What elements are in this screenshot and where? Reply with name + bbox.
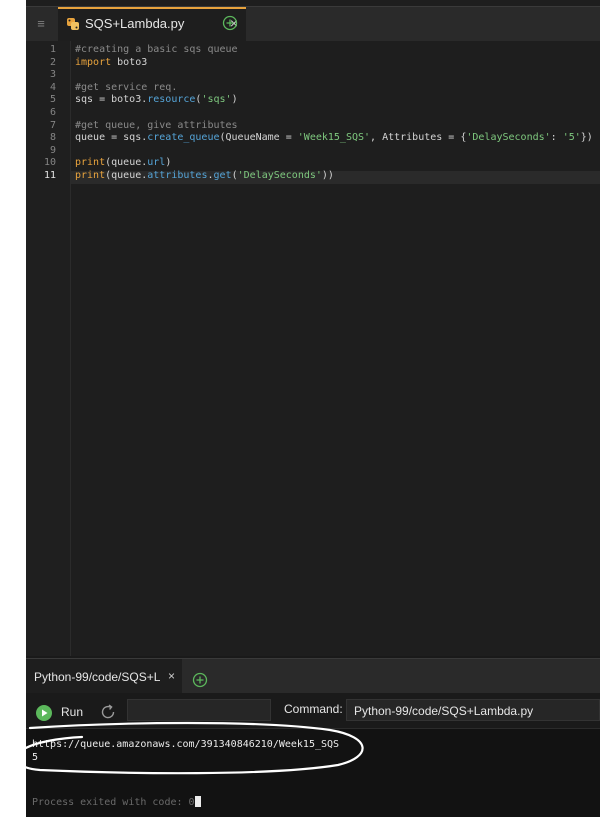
code-token: #creating a basic sqs queue [75, 44, 238, 55]
ide-window: ≡ SQS+Lambda.py × 1 2 3 4 5 6 7 8 9 10 11 #creatin… [26, 0, 600, 817]
code-token: import [75, 56, 112, 68]
code-token: 'DelaySeconds' [237, 170, 322, 181]
code-line: #get service req. [75, 82, 177, 93]
add-panel-tab-icon[interactable] [192, 672, 208, 688]
play-icon [36, 705, 52, 721]
code-token: 'sqs' [201, 94, 232, 106]
line-number: 2 [49, 56, 56, 68]
code-token: , Attributes = { [370, 132, 467, 144]
code-token: #get queue, give attributes [75, 119, 238, 131]
run-panel: Python-99/code/SQS+Lambda.py × Run Co [26, 656, 600, 817]
line-number: 9 [49, 144, 56, 156]
restart-icon[interactable] [98, 702, 118, 722]
line-number: 11 [43, 170, 56, 181]
code-line: queue = sqs.create_queue(QueueName = 'We… [75, 132, 593, 143]
line-number: 4 [49, 81, 56, 93]
code-token: ) [231, 94, 238, 106]
code-line: #get queue, give attributes [75, 120, 238, 131]
line-number-gutter: 1 2 3 4 5 6 7 8 9 10 11 [26, 41, 71, 656]
run-toolbar: Run Command: Python-99/code/SQS+Lambda.p… [26, 698, 600, 728]
code-token: attributes [147, 170, 208, 181]
line-number: 5 [49, 94, 56, 106]
code-token: ) [165, 157, 172, 169]
code-token: queue = sqs. [75, 132, 148, 144]
code-token: }) [580, 132, 593, 144]
code-token: )) [321, 170, 334, 181]
code-token: '5' [562, 132, 581, 144]
line-number: 10 [43, 157, 56, 169]
code-token: #get service req. [75, 81, 178, 93]
code-line: import boto3 [75, 57, 147, 68]
code-token: 'Week15_SQS' [297, 132, 371, 144]
run-button[interactable]: Run [34, 703, 96, 723]
run-button-label: Run [61, 705, 84, 719]
code-token: (queue. [105, 157, 148, 169]
code-token: url [147, 157, 166, 169]
code-line: print(queue.attributes.get('DelaySeconds… [75, 170, 334, 181]
code-token: : [550, 132, 563, 144]
code-token: resource [147, 94, 196, 106]
output-console[interactable]: https://queue.amazonaws.com/391340846210… [26, 728, 600, 817]
editor-tab-bar: ≡ SQS+Lambda.py × [26, 6, 600, 41]
tab-run-config[interactable]: Python-99/code/SQS+Lambda.py × [26, 659, 182, 693]
code-token: sqs = boto3. [75, 94, 148, 106]
line-number: 3 [49, 69, 56, 81]
line-number: 1 [49, 44, 56, 55]
code-line: sqs = boto3.resource('sqs') [75, 94, 238, 105]
output-line-url: https://queue.amazonaws.com/391340846210… [32, 739, 340, 750]
code-token: print [75, 170, 106, 181]
line-number: 8 [49, 132, 56, 144]
console-cursor [194, 796, 201, 807]
code-token: get [213, 170, 232, 181]
code-token: (queue. [105, 170, 148, 181]
code-token: boto3 [111, 56, 148, 68]
line-number: 6 [49, 107, 56, 118]
code-token: 'DelaySeconds' [466, 132, 551, 144]
exit-message: Process exited with code: 0 [32, 796, 201, 808]
code-line: #creating a basic sqs queue [75, 44, 238, 55]
add-tab-icon[interactable] [222, 15, 238, 31]
code-token: create_queue [147, 132, 220, 144]
run-tab-close-icon[interactable]: × [168, 669, 175, 683]
panel-tab-bar: Python-99/code/SQS+Lambda.py × [26, 658, 600, 693]
tab-filename: SQS+Lambda.py [85, 16, 185, 31]
code-token: (QueueName = [219, 132, 298, 144]
command-label: Command: [284, 702, 343, 716]
run-tab-label: Python-99/code/SQS+Lambda.py [34, 670, 160, 684]
code-editor[interactable]: 1 2 3 4 5 6 7 8 9 10 11 #creating a basic sqs queu… [26, 41, 600, 656]
line-number: 7 [49, 119, 56, 131]
python-file-icon [67, 18, 79, 30]
run-args-input[interactable] [127, 699, 271, 721]
menu-icon[interactable]: ≡ [32, 15, 50, 33]
command-input[interactable]: Python-99/code/SQS+Lambda.py [346, 699, 600, 721]
tab-sqs-lambda[interactable]: SQS+Lambda.py × [58, 7, 246, 41]
code-token: print [75, 157, 106, 169]
output-line-delay: 5 [32, 752, 39, 763]
code-line: print(queue.url) [75, 157, 171, 168]
